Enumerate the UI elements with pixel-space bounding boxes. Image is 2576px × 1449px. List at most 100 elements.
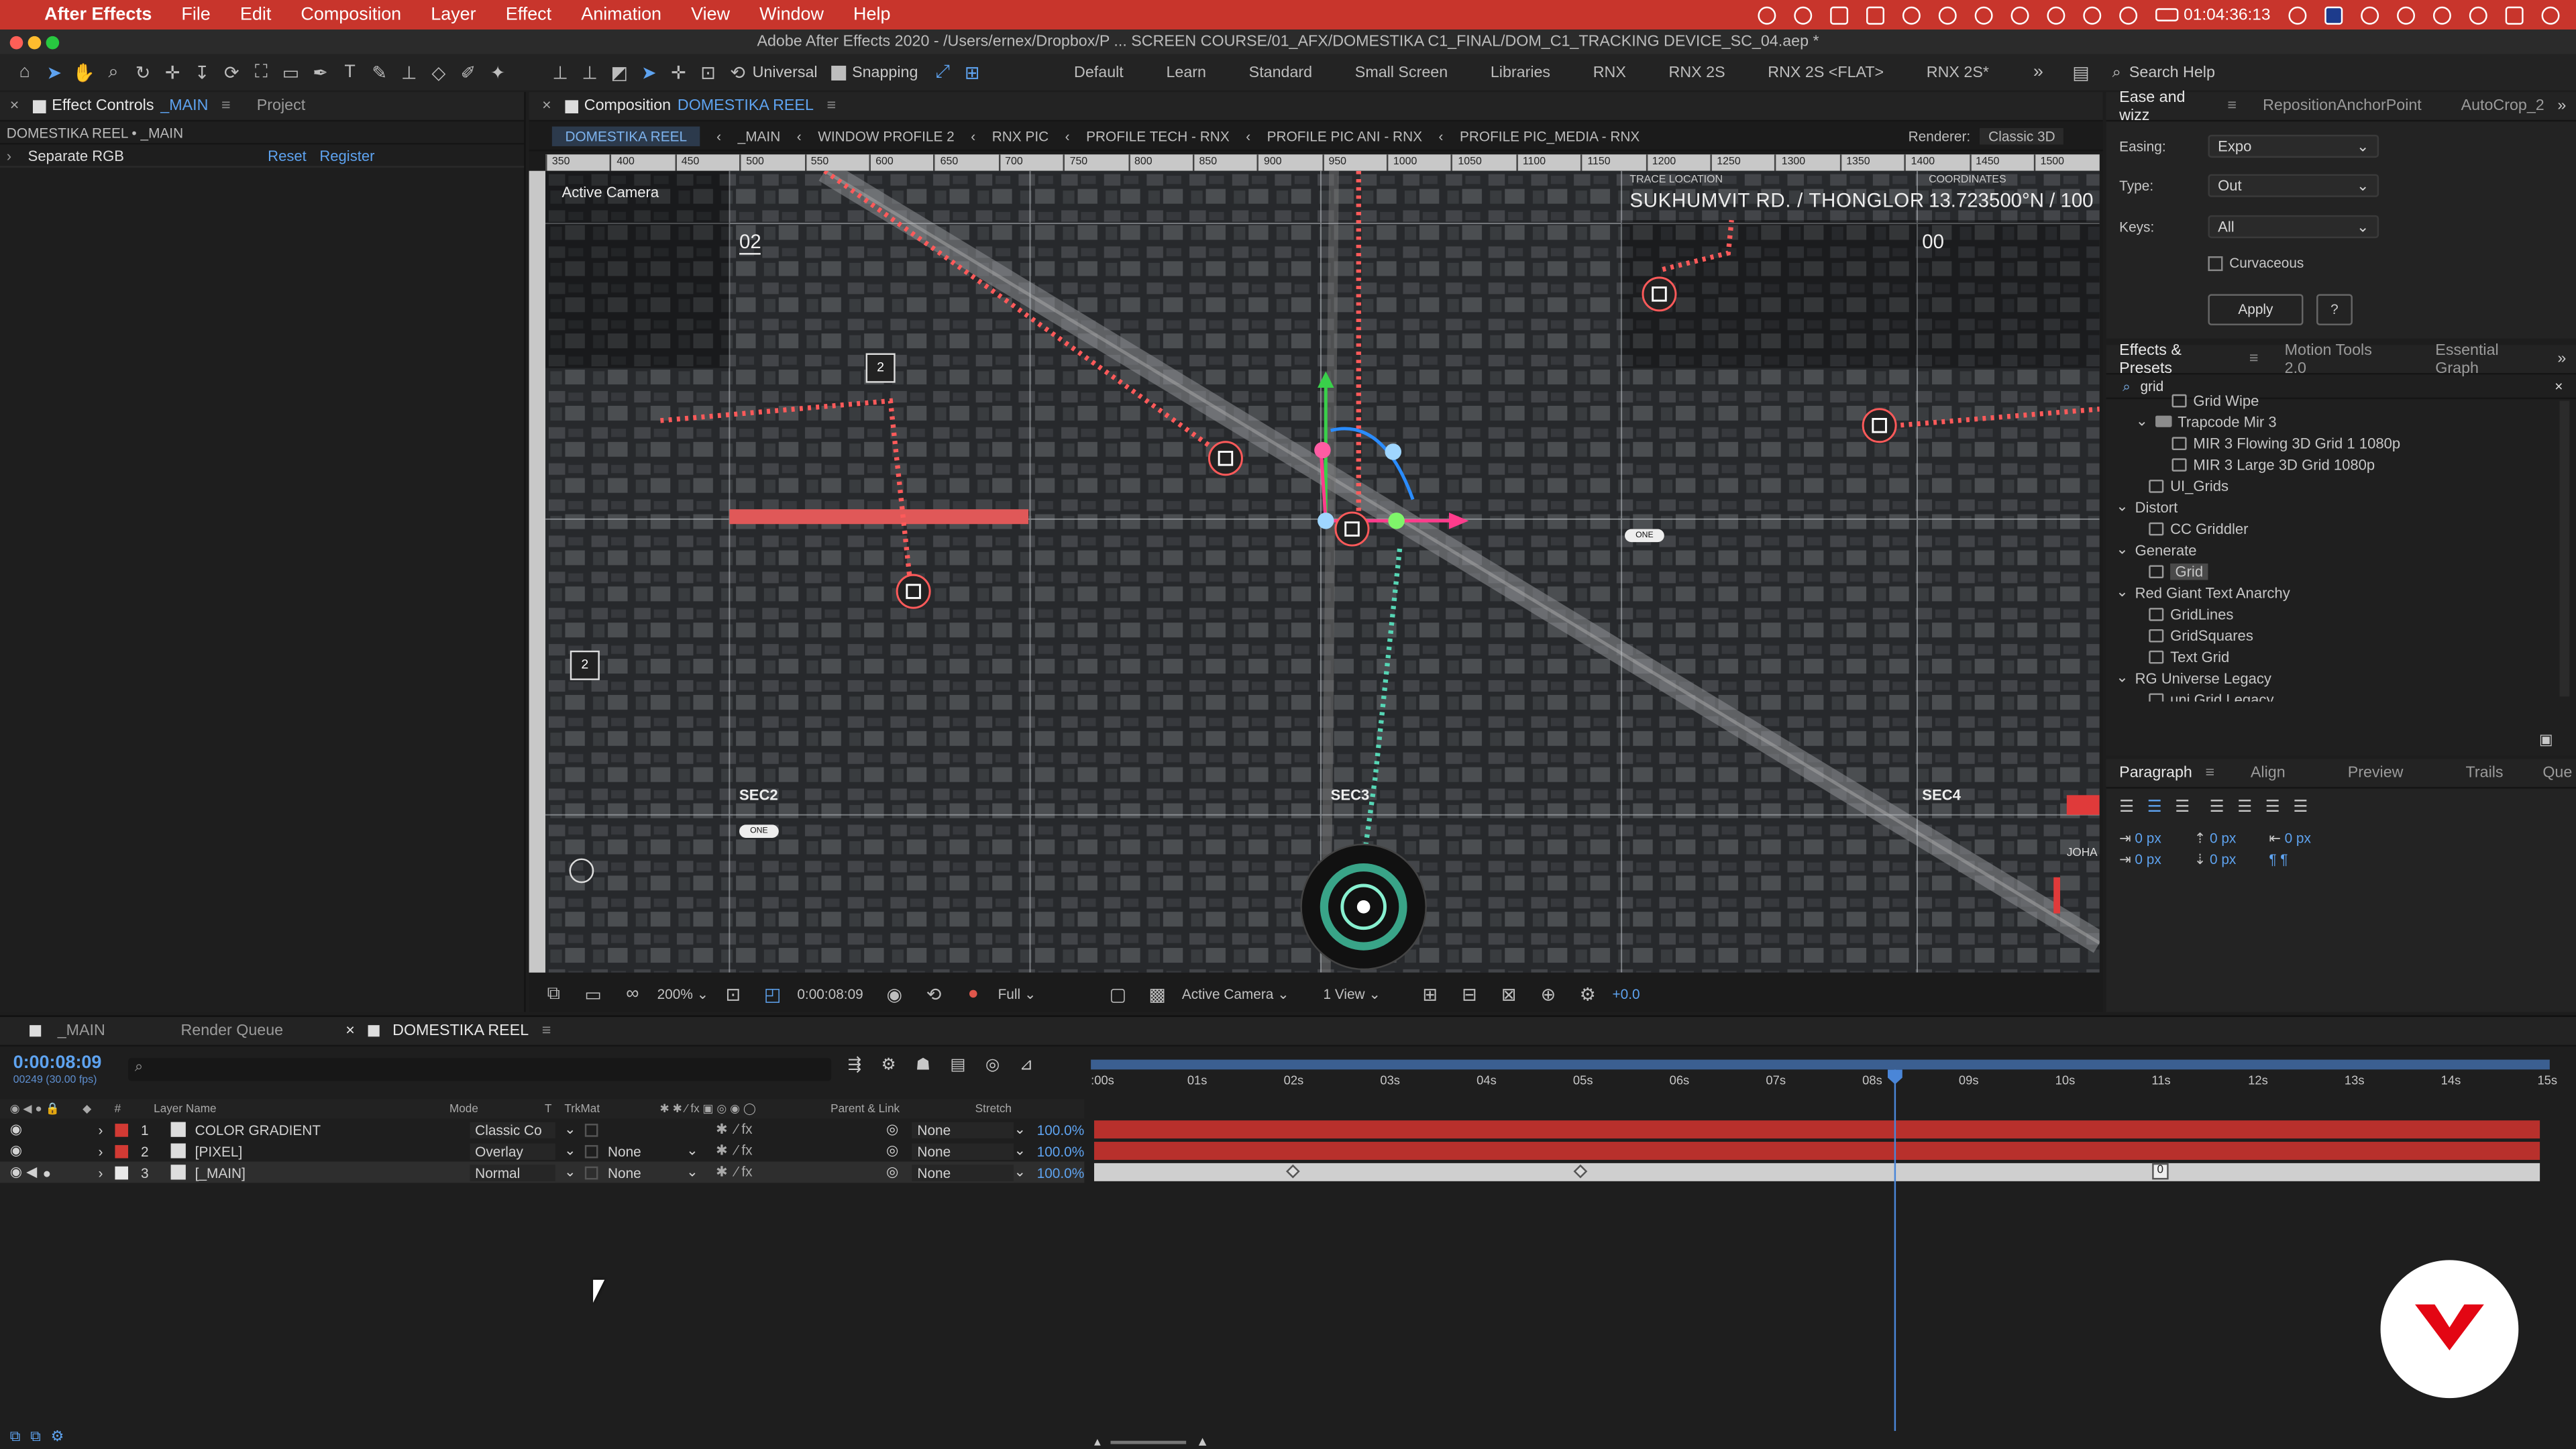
world-axis-icon[interactable]: ⊥ bbox=[575, 59, 604, 85]
snapshot-icon[interactable]: ◉ bbox=[879, 981, 909, 1007]
expand-icon[interactable]: ⧉ bbox=[30, 1428, 41, 1446]
justify-center-icon[interactable]: ☰ bbox=[2237, 798, 2252, 816]
rotate-tool-icon[interactable]: ⟳ bbox=[217, 59, 246, 85]
toggle-pixel-icon[interactable]: ⊞ bbox=[1415, 981, 1445, 1007]
crumb-profile-pic-ani[interactable]: PROFILE PIC ANI - RNX bbox=[1267, 127, 1422, 144]
layer-duration-bar[interactable] bbox=[1094, 1142, 2540, 1160]
preserve-transparency[interactable] bbox=[584, 1165, 598, 1179]
effects-item[interactable]: uni.Grid Legacy bbox=[2106, 688, 2576, 702]
volume-icon[interactable] bbox=[2288, 5, 2307, 24]
tab-effect-controls[interactable]: Effect Controls _MAIN ≡ bbox=[19, 97, 244, 115]
snap-option-icon[interactable]: ⤢ bbox=[928, 59, 957, 85]
crumb-window-profile[interactable]: WINDOW PROFILE 2 bbox=[818, 127, 955, 144]
tab-composition[interactable]: Composition DOMESTIKA REEL ≡ bbox=[551, 97, 849, 115]
pickwhip-icon[interactable]: ◎ bbox=[886, 1142, 912, 1160]
ease-more-icon[interactable]: » bbox=[2557, 97, 2566, 115]
label-col-icon[interactable]: ◆ bbox=[83, 1102, 91, 1116]
siri-icon[interactable] bbox=[2541, 5, 2560, 24]
monitor-icon[interactable]: ▭ bbox=[578, 981, 608, 1007]
layer-search-field[interactable]: ⌕ bbox=[128, 1058, 832, 1081]
twirl-icon[interactable]: › bbox=[99, 1121, 115, 1137]
disclosure-icon[interactable]: ⌄ bbox=[2136, 413, 2148, 431]
help-button[interactable]: ? bbox=[2316, 294, 2353, 325]
tab-effects-presets[interactable]: Effects & Presets ≡ bbox=[2106, 341, 2271, 377]
justify-right-icon[interactable]: ☰ bbox=[2265, 798, 2280, 816]
effects-scrollbar[interactable] bbox=[2559, 400, 2570, 697]
align-center-icon[interactable]: ☰ bbox=[2147, 798, 2162, 816]
shield-icon[interactable] bbox=[2083, 5, 2102, 24]
exposure-value[interactable]: +0.0 bbox=[1612, 985, 1640, 1002]
parent-select[interactable]: None bbox=[912, 1164, 1014, 1181]
zoom-dropdown[interactable]: 200% ⌄ bbox=[657, 985, 708, 1003]
minimize-window-button[interactable] bbox=[28, 36, 42, 50]
bluetooth-icon[interactable] bbox=[2397, 5, 2416, 24]
maximize-window-button[interactable] bbox=[46, 36, 60, 50]
effects-item[interactable]: Grid Wipe bbox=[2106, 389, 2576, 411]
space-before-field[interactable]: ⇡ 0 px bbox=[2194, 830, 2237, 848]
solo-icon[interactable]: ● bbox=[43, 1164, 59, 1180]
timeline-icon[interactable]: ⊠ bbox=[1494, 981, 1523, 1007]
toggle-switches-icon[interactable]: ⚙ bbox=[51, 1428, 64, 1446]
twirl-icon[interactable]: › bbox=[99, 1164, 115, 1180]
axis-mode-label[interactable]: Universal bbox=[753, 63, 818, 81]
moon-icon[interactable] bbox=[2047, 5, 2065, 24]
layer-switches[interactable]: ✱ ⁄ fx bbox=[716, 1142, 886, 1160]
layer-mode-select[interactable]: Classic Co bbox=[470, 1121, 555, 1138]
history-icon[interactable] bbox=[2119, 5, 2138, 24]
workspace-learn[interactable]: Learn bbox=[1145, 63, 1228, 81]
render-time-icon[interactable]: ⧉ bbox=[10, 1428, 21, 1446]
control-center-icon[interactable] bbox=[2505, 5, 2524, 24]
layer-switches[interactable]: ✱ ⁄ fx bbox=[716, 1163, 886, 1181]
always-preview-icon[interactable]: ⧉ bbox=[539, 981, 568, 1007]
sync-settings-icon[interactable]: ▤ bbox=[2066, 59, 2096, 85]
fast-preview-icon[interactable]: ⊟ bbox=[1454, 981, 1484, 1007]
zoom-tool-icon[interactable]: ⌕ bbox=[99, 59, 128, 85]
effect-reset-link[interactable]: Reset bbox=[268, 147, 307, 163]
justify-left-icon[interactable]: ☰ bbox=[2210, 798, 2224, 816]
type-tool-icon[interactable]: T bbox=[335, 59, 365, 85]
disclosure-icon[interactable]: ⌄ bbox=[2116, 541, 2128, 559]
trkmat-select[interactable]: None bbox=[608, 1164, 686, 1180]
apply-button[interactable]: Apply bbox=[2208, 294, 2304, 325]
menu-layer[interactable]: Layer bbox=[416, 5, 491, 24]
visibility-col-icon[interactable]: ◉ ◀ ● 🔒 bbox=[10, 1102, 60, 1116]
crumb-profile-tech[interactable]: PROFILE TECH - RNX bbox=[1086, 127, 1230, 144]
tab-render-queue[interactable]: Render Queue bbox=[168, 1022, 297, 1040]
label-color-swatch[interactable] bbox=[114, 1122, 128, 1136]
first-line-field[interactable]: ⇥ 0 px bbox=[2119, 851, 2161, 869]
stretch-value[interactable]: 100.0% bbox=[1037, 1164, 1085, 1180]
workspace-rnx-2s-flat[interactable]: RNX 2S <FLAT> bbox=[1746, 63, 1905, 81]
screen-icon[interactable] bbox=[1830, 5, 1849, 24]
tab-motion-tools[interactable]: Motion Tools 2.0 bbox=[2271, 341, 2409, 377]
show-snapshot-icon[interactable]: ⟲ bbox=[919, 981, 949, 1007]
effect-register-link[interactable]: Register bbox=[319, 147, 374, 163]
curvaceous-checkbox[interactable]: Curvaceous bbox=[2208, 255, 2304, 271]
battery-clock[interactable]: 01:04:36:13 bbox=[2155, 6, 2270, 24]
rocket-icon[interactable] bbox=[1975, 5, 1994, 24]
space-after-field[interactable]: ⇣ 0 px bbox=[2194, 851, 2237, 869]
crumb-domestika-reel[interactable]: DOMESTIKA REEL bbox=[551, 125, 700, 146]
eye-icon[interactable]: ◉ bbox=[10, 1163, 26, 1181]
local-axis-icon[interactable]: ⊥ bbox=[545, 59, 575, 85]
easing-select[interactable]: Expo ⌄ bbox=[2208, 134, 2379, 158]
tab-reposition-anchor[interactable]: RepositionAnchorPoint bbox=[2249, 97, 2434, 115]
effects-item[interactable]: MIR 3 Flowing 3D Grid 1 1080p bbox=[2106, 432, 2576, 453]
workspace-rnx[interactable]: RNX bbox=[1572, 63, 1648, 81]
current-time[interactable]: 0:00:08:09 bbox=[797, 985, 863, 1002]
search-help-field[interactable]: ⌕ Search Help bbox=[2112, 63, 2326, 81]
tab-domestika-reel[interactable]: × DOMESTIKA REEL ≡ bbox=[333, 1022, 564, 1040]
resolution-dropdown[interactable]: Full ⌄ bbox=[998, 985, 1093, 1003]
scale-icon[interactable]: ⊡ bbox=[693, 59, 722, 85]
menu-effect[interactable]: Effect bbox=[491, 5, 567, 24]
menu-edit[interactable]: Edit bbox=[225, 5, 286, 24]
workspace-rnx-2s-star[interactable]: RNX 2S* bbox=[1905, 63, 2010, 81]
workspace-default[interactable]: Default bbox=[1053, 63, 1144, 81]
paragraph-menu-icon[interactable]: ≡ bbox=[2205, 764, 2214, 782]
align-left-icon[interactable]: ☰ bbox=[2119, 798, 2134, 816]
snapping-label[interactable]: Snapping bbox=[852, 63, 918, 81]
parent-select[interactable]: None bbox=[912, 1142, 1014, 1159]
ease-menu-icon[interactable]: ≡ bbox=[2227, 97, 2237, 115]
audio-icon[interactable]: ◀ bbox=[26, 1163, 42, 1181]
zoom-slider-track[interactable] bbox=[1110, 1440, 1187, 1444]
effects-category[interactable]: ⌄ Red Giant Text Anarchy bbox=[2106, 582, 2576, 603]
